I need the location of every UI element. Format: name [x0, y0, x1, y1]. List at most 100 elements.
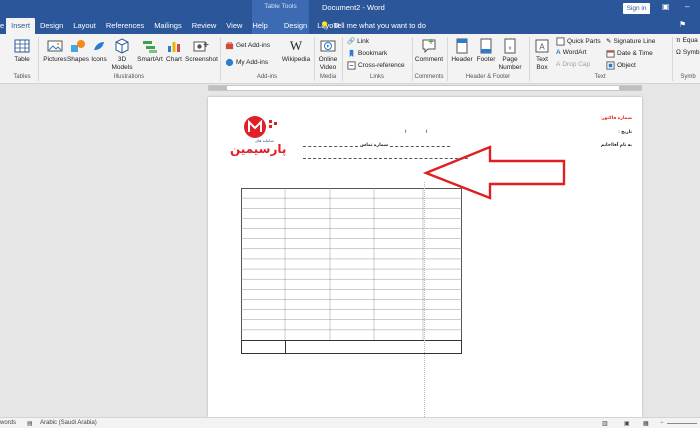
- zoom-slider[interactable]: [667, 423, 697, 424]
- contact-line: [303, 146, 358, 147]
- read-mode-icon[interactable]: ▥: [602, 420, 608, 427]
- link-icon: 🔗: [347, 38, 356, 45]
- wikipedia-button[interactable]: W Wikipedia: [281, 38, 311, 64]
- wordart-icon: A: [556, 49, 561, 56]
- equation-label: Equa: [682, 37, 698, 44]
- pictures-label: Pictures: [43, 56, 67, 63]
- web-layout-icon[interactable]: ▦: [643, 420, 649, 427]
- quick-parts-button[interactable]: Quick Parts: [556, 37, 601, 46]
- number-label: Number: [498, 63, 522, 71]
- tab-layout[interactable]: Layout: [68, 18, 101, 34]
- recipient-label: به نام آقا/خانم: [600, 142, 632, 147]
- chart-icon: [168, 42, 180, 52]
- text-box-button[interactable]: A Text Box: [531, 38, 553, 71]
- page-number-button[interactable]: # Page Number: [496, 38, 524, 71]
- tab-insert[interactable]: Insert: [6, 18, 35, 34]
- equation-button[interactable]: π Equa: [676, 37, 698, 44]
- group-header-footer: Header & Footer: [465, 74, 511, 80]
- screenshot-label: Screenshot: [185, 56, 218, 63]
- wordart-label: WordArt: [562, 49, 587, 56]
- tab-view[interactable]: View: [221, 18, 247, 34]
- drop-cap-button[interactable]: A Drop Cap: [556, 61, 590, 68]
- tab-help[interactable]: Help: [247, 18, 272, 34]
- tab-table-design[interactable]: Design: [279, 18, 312, 34]
- my-addins-label: My Add-ins: [236, 59, 269, 66]
- group-tables: Tables: [13, 74, 31, 80]
- comment-icon: [422, 39, 436, 54]
- table-button[interactable]: Table: [10, 38, 34, 64]
- footer-icon: [480, 38, 492, 54]
- object-button[interactable]: Object: [606, 61, 636, 70]
- screenshot-icon: [193, 41, 209, 52]
- wordart-button[interactable]: A WordArt: [556, 49, 586, 56]
- my-addins-button[interactable]: My Add-ins: [225, 58, 268, 67]
- group-text: Text: [594, 74, 606, 80]
- tell-me-box[interactable]: 💡 Tell me what you want to do: [320, 18, 426, 34]
- tell-me-label: Tell me what you want to do: [333, 21, 426, 30]
- red-arrow-annotation: [422, 145, 566, 200]
- items-table[interactable]: [241, 188, 462, 354]
- bookmark-button[interactable]: Bookmark: [347, 49, 387, 58]
- footer-label: Footer: [476, 56, 496, 63]
- group-media: Media: [319, 74, 337, 80]
- ribbon-display-icon[interactable]: ▣: [662, 2, 670, 11]
- minimize-icon[interactable]: –: [685, 2, 689, 11]
- cross-reference-button[interactable]: Cross-reference: [347, 61, 405, 70]
- get-addins-button[interactable]: Get Add-ins: [225, 41, 270, 50]
- date-time-button[interactable]: Date & Time: [606, 49, 653, 58]
- column-guide: [424, 182, 425, 417]
- smartart-button[interactable]: SmartArt: [134, 38, 166, 64]
- tab-mailings[interactable]: Mailings: [149, 18, 187, 34]
- smartart-label: SmartArt: [137, 56, 163, 63]
- language-indicator[interactable]: Arabic (Saudi Arabia): [40, 420, 97, 426]
- print-layout-icon[interactable]: ▣: [624, 420, 630, 427]
- table-icon: [14, 39, 30, 53]
- comment-button[interactable]: Comment: [414, 38, 444, 64]
- total-row[interactable]: [241, 340, 462, 354]
- icons-label: Icons: [91, 56, 107, 63]
- contact-label: شماره تماس: [360, 142, 389, 147]
- pictures-button[interactable]: Pictures: [41, 38, 69, 64]
- group-divider: [220, 37, 221, 81]
- symbol-button[interactable]: Ω Symb: [676, 49, 699, 56]
- wikipedia-icon: W: [289, 38, 303, 53]
- 3d-models-button[interactable]: 3D Models: [108, 38, 136, 71]
- header-button[interactable]: Header: [450, 38, 474, 64]
- comment-label: Comment: [414, 56, 444, 63]
- tab-references[interactable]: References: [101, 18, 149, 34]
- group-divider: [38, 37, 39, 81]
- shapes-button[interactable]: Shapes: [66, 38, 90, 64]
- word-count[interactable]: words: [0, 420, 16, 426]
- video-label: Video: [319, 63, 337, 71]
- document-title: Document2 - Word: [322, 3, 385, 12]
- header-label: Header: [451, 56, 473, 63]
- status-bar: words ▤ Arabic (Saudi Arabia) ▥ ▣ ▦ −: [0, 417, 700, 428]
- online-video-button[interactable]: Online Video: [316, 38, 340, 71]
- ruler-right-margin: [619, 86, 641, 90]
- shapes-label: Shapes: [66, 56, 90, 63]
- store-icon: [225, 42, 234, 50]
- chart-button[interactable]: Chart: [164, 38, 184, 64]
- tab-design[interactable]: Design: [35, 18, 68, 34]
- ruler-left-margin: [209, 86, 227, 90]
- share-icon[interactable]: ⚑: [679, 20, 686, 29]
- cross-reference-icon: [347, 61, 356, 70]
- group-addins: Add-ins: [256, 74, 278, 80]
- icons-button[interactable]: Icons: [89, 38, 109, 64]
- tab-review[interactable]: Review: [187, 18, 222, 34]
- sign-in-button[interactable]: Sign in: [623, 3, 650, 14]
- proofing-icon[interactable]: ▤: [27, 420, 33, 427]
- text-box-icon: A: [535, 39, 549, 53]
- total-divider: [285, 341, 286, 353]
- link-button[interactable]: 🔗 Link: [347, 37, 369, 46]
- screenshot-button[interactable]: Screenshot: [185, 38, 218, 64]
- signature-line-button[interactable]: ✎ Signature Line: [606, 37, 656, 46]
- contextual-group-label: Table Tools: [264, 3, 297, 10]
- zoom-out-icon[interactable]: −: [660, 420, 664, 426]
- title-bar: Table Tools Document2 - Word Sign in ▣ –…: [0, 0, 700, 34]
- group-illustrations: Illustrations: [113, 74, 145, 80]
- horizontal-ruler[interactable]: [208, 85, 642, 91]
- signature-line-label: Signature Line: [613, 37, 656, 45]
- quick-parts-label: Quick Parts: [567, 38, 601, 45]
- footer-button[interactable]: Footer: [474, 38, 498, 64]
